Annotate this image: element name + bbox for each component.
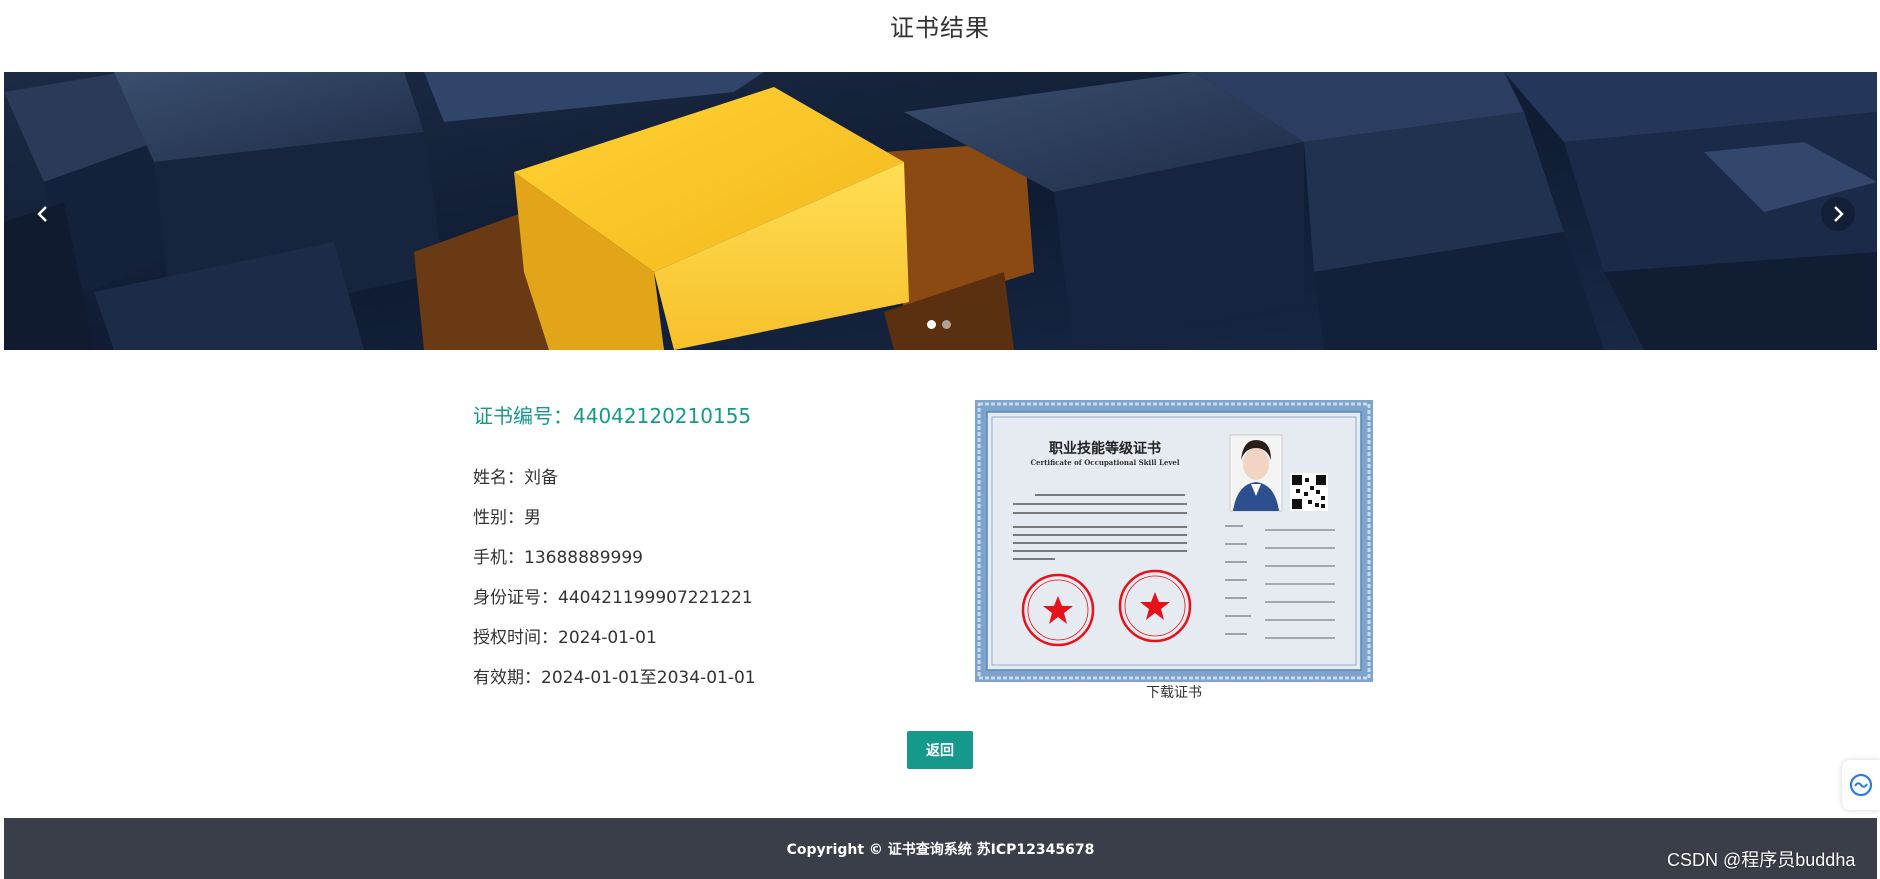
carousel-dot[interactable] — [942, 320, 951, 329]
info-value: 2024-01-01至2034-01-01 — [541, 668, 756, 688]
footer-copyright: Copyright © 证书查询系统 苏ICP12345678 — [786, 841, 1095, 858]
certificate-number-label: 证书编号： — [473, 404, 573, 428]
info-label: 身份证号： — [473, 588, 558, 608]
footer: Copyright © 证书查询系统 苏ICP12345678 — [4, 818, 1877, 879]
carousel-indicators — [927, 320, 951, 329]
certificate-title-en: Certificate of Occupational Skill Level — [1030, 458, 1179, 467]
banner-image — [4, 72, 1877, 350]
carousel-prev-button[interactable] — [26, 197, 60, 231]
info-value: 男 — [524, 508, 541, 528]
assistant-icon — [1849, 773, 1873, 797]
carousel-dot[interactable] — [927, 320, 936, 329]
qr-code-icon — [1290, 473, 1328, 511]
floating-assistant-button[interactable] — [1842, 760, 1880, 810]
download-certificate-link[interactable]: 下载证书 — [975, 682, 1373, 702]
banner-carousel[interactable] — [4, 72, 1877, 350]
certificate-number-value: 44042120210155 — [573, 404, 752, 428]
certificate-image: 职业技能等级证书 Certificate of Occupational Ski… — [975, 400, 1373, 682]
info-value: 刘备 — [524, 468, 558, 488]
info-row-gender: 性别：男 — [473, 506, 756, 546]
info-value: 2024-01-01 — [558, 628, 657, 648]
info-row-name: 姓名：刘备 — [473, 466, 756, 506]
certificate-title-cn: 职业技能等级证书 — [1049, 440, 1161, 457]
holder-photo — [1229, 434, 1283, 512]
chevron-left-icon — [37, 206, 47, 222]
info-row-validity: 有效期：2024-01-01至2034-01-01 — [473, 666, 756, 706]
carousel-next-button[interactable] — [1821, 197, 1855, 231]
info-value: 440421199907221221 — [558, 588, 753, 608]
info-row-id-number: 身份证号：440421199907221221 — [473, 586, 756, 626]
back-button[interactable]: 返回 — [907, 731, 973, 769]
page-title: 证书结果 — [890, 14, 990, 42]
info-row-phone: 手机：13688889999 — [473, 546, 756, 586]
chevron-right-icon — [1834, 206, 1844, 222]
info-label: 授权时间： — [473, 628, 558, 648]
info-label: 手机： — [473, 548, 524, 568]
certificate-info-list: 姓名：刘备 性别：男 手机：13688889999 身份证号：440421199… — [473, 466, 756, 706]
certificate-illustration: 职业技能等级证书 Certificate of Occupational Ski… — [975, 400, 1373, 682]
info-label: 姓名： — [473, 468, 524, 488]
watermark-text: CSDN @程序员buddha — [1667, 850, 1856, 870]
certificate-number: 证书编号：44042120210155 — [473, 400, 751, 429]
info-row-issue-date: 授权时间：2024-01-01 — [473, 626, 756, 666]
info-label: 有效期： — [473, 668, 541, 688]
info-value: 13688889999 — [524, 548, 643, 568]
info-label: 性别： — [473, 508, 524, 528]
